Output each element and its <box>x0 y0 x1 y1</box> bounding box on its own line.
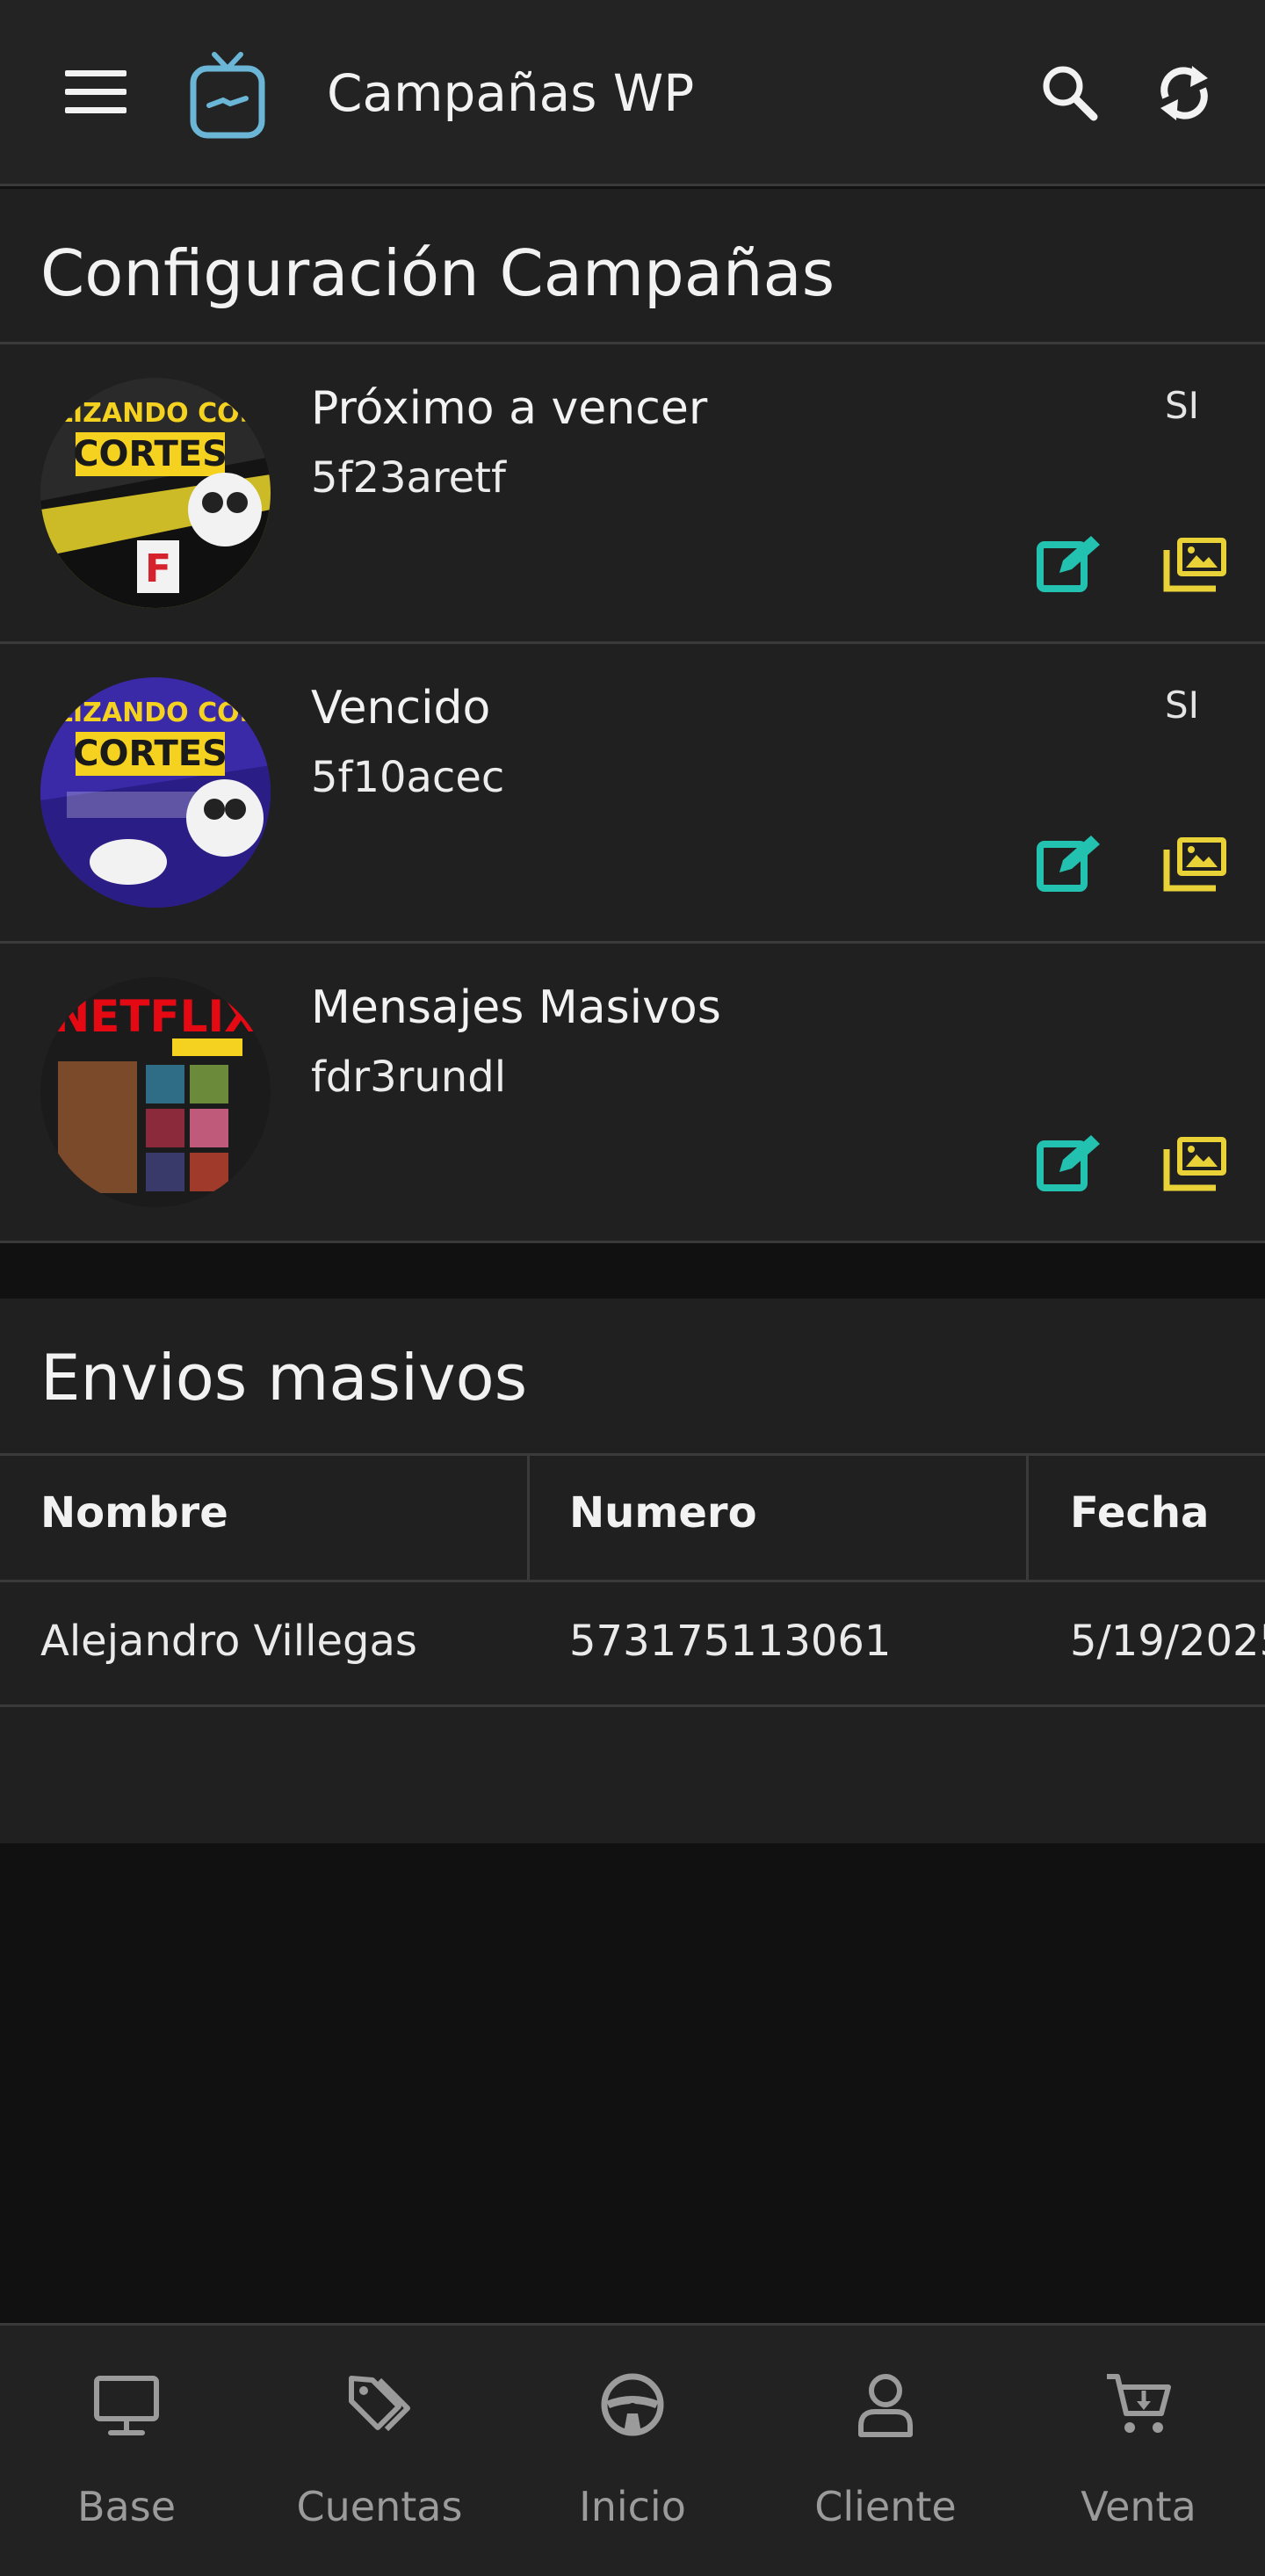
monitor-icon <box>94 2376 159 2435</box>
nav-item-base[interactable]: Base <box>0 2326 253 2576</box>
campaign-code: fdr3rundl <box>311 1053 507 1102</box>
divider <box>0 1704 1265 1707</box>
nav-label: Cuentas <box>296 2483 463 2530</box>
bottom-navigation: Base Cuentas Inicio Cliente Venta <box>0 2323 1265 2576</box>
section-title: Envios masivos <box>40 1341 528 1415</box>
nav-label: Inicio <box>579 2483 686 2530</box>
app-root: Campañas WP Configuración Campañas ALIZA… <box>0 0 1265 2576</box>
edit-icon[interactable] <box>1037 534 1102 592</box>
column-divider <box>1026 1453 1029 1581</box>
nav-item-venta[interactable]: Venta <box>1012 2326 1265 2576</box>
thumbnail-text: NETFLIX <box>53 991 257 1042</box>
cell-numero: 573175113061 <box>569 1617 892 1666</box>
svg-text:F: F <box>145 546 171 591</box>
nav-label: Venta <box>1081 2483 1196 2530</box>
column-header-fecha[interactable]: Fecha <box>1070 1485 1209 1541</box>
nav-label: Cliente <box>814 2483 957 2530</box>
campaign-row[interactable]: ¡REALIZANDO CORTES! CORTES Vencido 5f10a… <box>0 644 1265 941</box>
svg-text:CORTES: CORTES <box>73 734 228 774</box>
cell-nombre: Alejandro Villegas <box>40 1617 417 1666</box>
hamburger-menu-icon[interactable] <box>65 70 126 114</box>
app-title: Campañas WP <box>327 63 695 123</box>
campaign-thumbnail: NETFLIX <box>40 977 271 1207</box>
campaign-thumbnail: ¡REALIZANDO CORTES! CORTES <box>40 677 271 908</box>
search-icon[interactable] <box>1033 56 1107 130</box>
bulk-sends-section: Envios masivos Nombre Numero Fecha Aleja… <box>0 1299 1265 1843</box>
column-divider <box>527 1453 530 1581</box>
campaign-config-section: Configuración Campañas ¡REALIZANDO CORTE… <box>0 189 1265 1243</box>
top-app-bar: Campañas WP <box>0 0 1265 186</box>
campaign-name: Próximo a vencer <box>311 382 708 435</box>
user-icon <box>858 2374 913 2437</box>
steering-wheel-icon <box>601 2373 664 2436</box>
nav-label: Base <box>76 2483 176 2530</box>
campaign-active-flag: SI <box>1165 384 1200 427</box>
section-title: Configuración Campañas <box>40 236 835 310</box>
campaign-code: 5f10acec <box>311 753 505 802</box>
nav-item-cliente[interactable]: Cliente <box>759 2326 1012 2576</box>
campaign-active-flag: SI <box>1165 684 1200 727</box>
campaign-row[interactable]: ¡REALIZANDO CORTES! CORTES F Próximo a v… <box>0 344 1265 641</box>
edit-icon[interactable] <box>1037 834 1102 892</box>
edit-icon[interactable] <box>1037 1133 1102 1191</box>
svg-text:CORTES: CORTES <box>73 434 228 474</box>
cell-fecha: 5/19/2025 <box>1070 1617 1265 1666</box>
divider <box>0 1453 1265 1456</box>
campaign-name: Mensajes Masivos <box>311 981 721 1034</box>
campaign-row[interactable]: NETFLIX Mensajes Masivos fdr3rundl <box>0 944 1265 1241</box>
thumbnail-text: ¡REALIZANDO CORTES! <box>40 698 271 728</box>
divider <box>0 1241 1265 1243</box>
campaign-code: 5f23aretf <box>311 453 506 503</box>
cart-icon <box>1107 2374 1171 2433</box>
tv-logo-icon <box>190 52 265 139</box>
column-header-numero[interactable]: Numero <box>569 1485 757 1541</box>
gallery-icon[interactable] <box>1163 534 1228 592</box>
campaign-thumbnail: ¡REALIZANDO CORTES! CORTES F <box>40 378 271 608</box>
refresh-icon[interactable] <box>1147 56 1221 130</box>
nav-item-cuentas[interactable]: Cuentas <box>253 2326 506 2576</box>
gallery-icon[interactable] <box>1163 1133 1228 1191</box>
tags-icon <box>349 2376 410 2432</box>
divider <box>0 1580 1265 1582</box>
nav-item-inicio[interactable]: Inicio <box>506 2326 759 2576</box>
thumbnail-text: ¡REALIZANDO CORTES! <box>40 398 271 429</box>
column-header-nombre[interactable]: Nombre <box>40 1485 228 1541</box>
campaign-name: Vencido <box>311 682 491 734</box>
gallery-icon[interactable] <box>1163 834 1228 892</box>
